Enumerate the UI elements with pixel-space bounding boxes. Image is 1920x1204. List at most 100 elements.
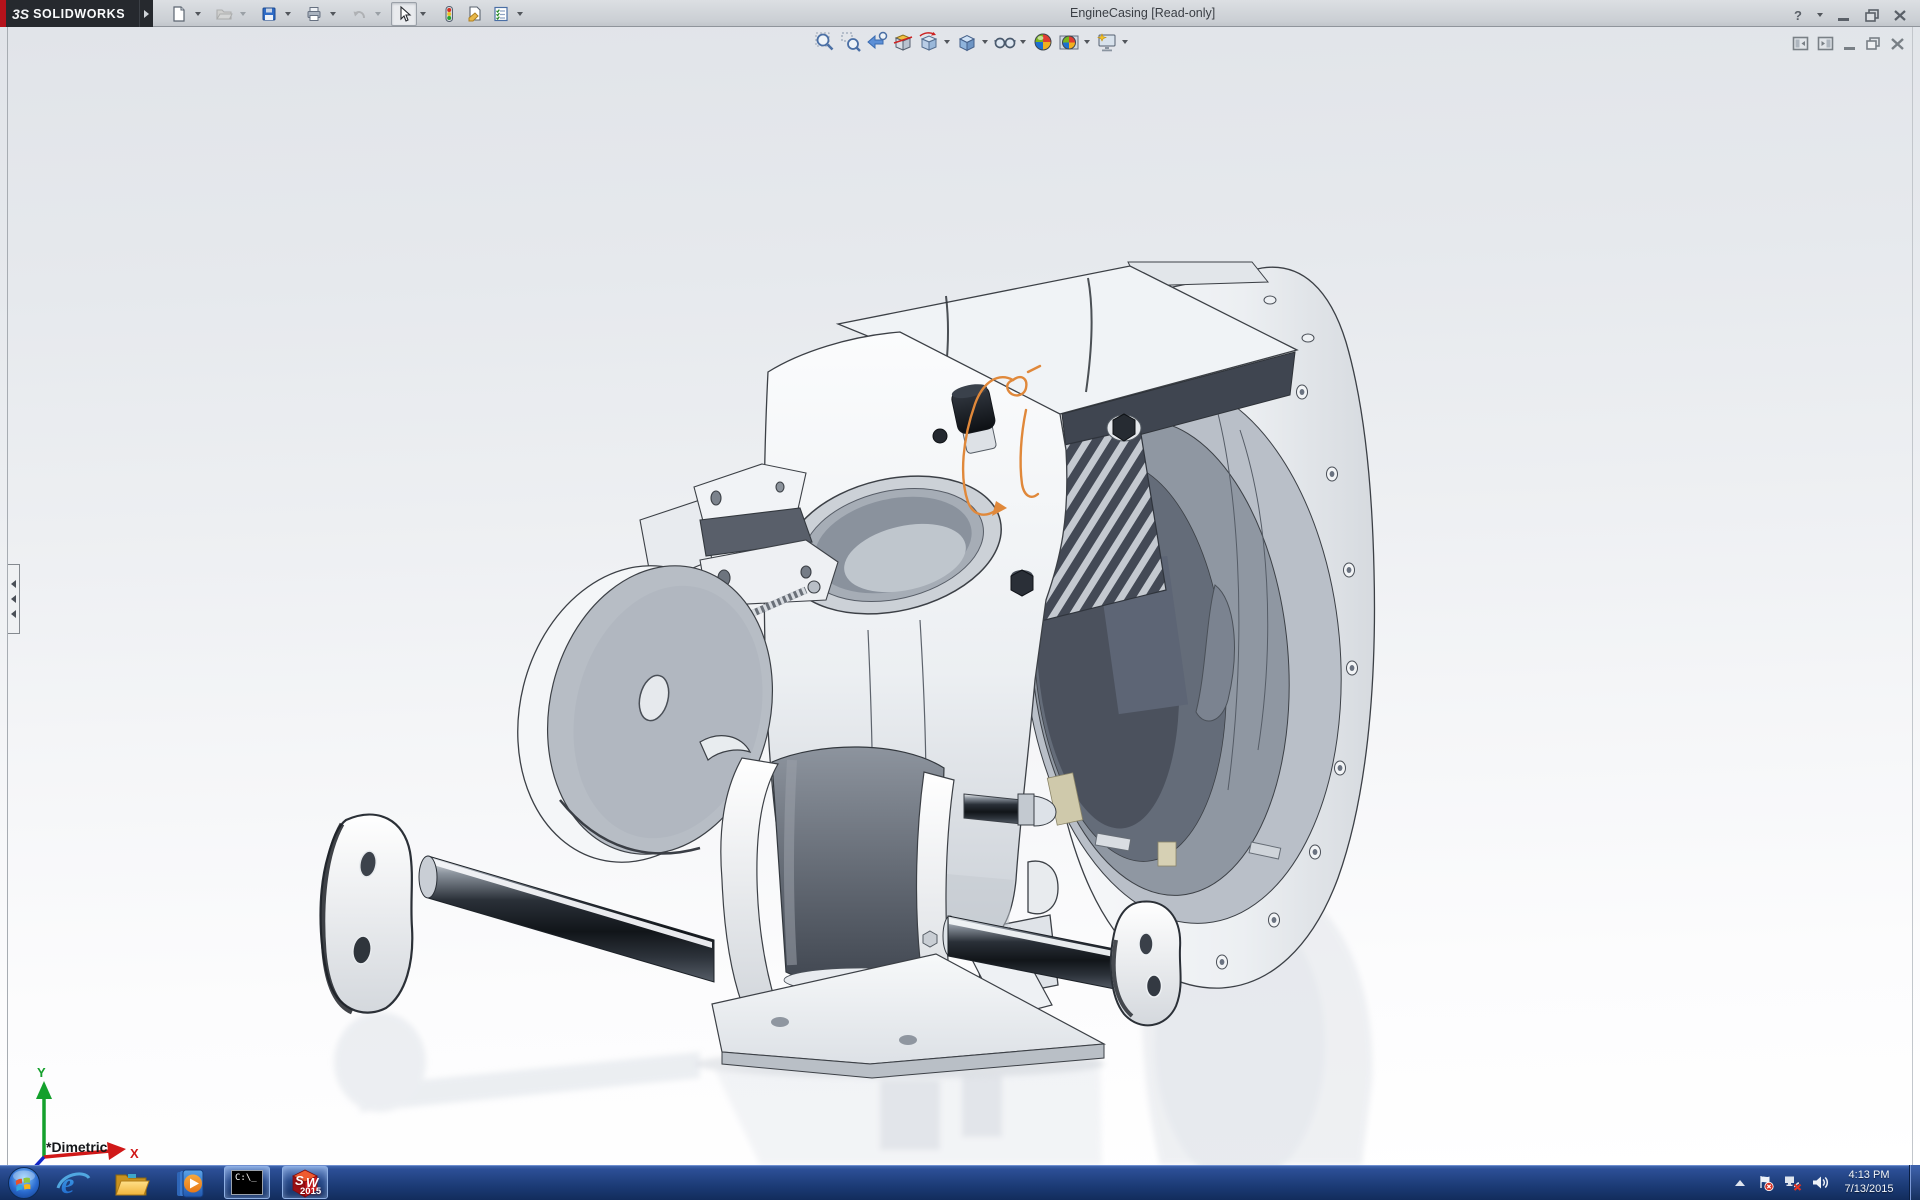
action-center-icon[interactable] [1757, 1174, 1774, 1191]
view-orientation-dropdown[interactable] [942, 29, 952, 55]
minimize-button[interactable] [1832, 5, 1856, 25]
taskbar-windows-explorer[interactable] [108, 1166, 154, 1199]
svg-text:?: ? [1794, 8, 1802, 23]
undo-button[interactable] [346, 2, 372, 26]
view-orientation-button[interactable] [916, 29, 942, 55]
doc-minimize-button[interactable] [1842, 35, 1858, 52]
file-properties-button[interactable] [462, 2, 488, 26]
standard-toolbar [166, 0, 533, 27]
close-button[interactable] [1888, 5, 1912, 25]
start-button[interactable] [4, 1165, 44, 1200]
clock-time: 4:13 PM [1834, 1168, 1904, 1182]
command-prompt-text: C:\_ [235, 1173, 257, 1183]
view-settings-button[interactable] [1094, 29, 1120, 55]
rebuild-button[interactable] [436, 2, 462, 26]
taskbar-solidworks-2015[interactable]: S W 2015 [282, 1166, 328, 1199]
new-document-button[interactable] [166, 2, 192, 26]
options-dropdown[interactable] [514, 2, 526, 26]
left-arrow-icon [11, 595, 16, 603]
undo-arrow-icon [350, 5, 368, 23]
close-icon [1892, 7, 1908, 23]
apply-scene-button[interactable] [1056, 29, 1082, 55]
undo-dropdown[interactable] [372, 2, 384, 26]
display-style-icon [955, 30, 979, 54]
volume-icon[interactable] [1811, 1174, 1830, 1191]
print-button[interactable] [301, 2, 327, 26]
ds-logo-mark: 3S [12, 6, 29, 22]
windows-start-icon [7, 1166, 41, 1200]
doc-restore-icon [1865, 35, 1882, 52]
select-tool-dropdown[interactable] [417, 2, 429, 26]
right-arrow-icon [144, 10, 149, 18]
doc-restore-button[interactable] [1865, 35, 1882, 52]
show-desktop-button[interactable] [1909, 1165, 1920, 1200]
view-orientation-name: *Dimetric [46, 1139, 107, 1155]
collapse-right-pane-button[interactable] [1817, 35, 1835, 52]
graphics-viewport[interactable]: Y X *Dimetric [0, 27, 1920, 1165]
section-view-icon [891, 30, 915, 54]
zoom-to-fit-icon [813, 30, 837, 54]
feature-pane-splitter-tab[interactable] [8, 564, 20, 634]
show-hidden-icons-button[interactable] [1732, 1177, 1748, 1189]
select-tool-button[interactable] [391, 2, 417, 26]
zoom-to-area-icon [839, 30, 863, 54]
restore-icon [1864, 7, 1880, 23]
solidworks-logo: 3S SOLIDWORKS [6, 0, 139, 27]
options-checklist-icon [492, 5, 510, 23]
network-status-icon[interactable] [1783, 1174, 1802, 1191]
view-settings-dropdown[interactable] [1120, 29, 1130, 55]
left-arrow-icon [11, 580, 16, 588]
internet-explorer-icon: e [54, 1166, 92, 1200]
open-document-dropdown[interactable] [237, 2, 249, 26]
zoom-to-fit-button[interactable] [812, 29, 838, 55]
title-bar: 3S SOLIDWORKS [0, 0, 1920, 27]
taskbar-media-player[interactable] [166, 1166, 212, 1199]
folder-icon [112, 1166, 150, 1200]
eyeglasses-icon [993, 30, 1017, 54]
windows-taskbar: e C:\_ [0, 1165, 1920, 1200]
save-button[interactable] [256, 2, 282, 26]
print-dropdown[interactable] [327, 2, 339, 26]
collapse-left-pane-button[interactable] [1792, 35, 1810, 52]
new-document-dropdown[interactable] [192, 2, 204, 26]
open-document-button[interactable] [211, 2, 237, 26]
taskbar-clock[interactable]: 4:13 PM 7/13/2015 [1834, 1168, 1904, 1196]
edit-appearance-button[interactable] [1030, 29, 1056, 55]
printer-icon [305, 5, 323, 23]
open-folder-icon [215, 5, 233, 23]
taskbar-internet-explorer[interactable]: e [50, 1166, 96, 1199]
doc-minimize-icon [1842, 35, 1858, 52]
section-view-button[interactable] [890, 29, 916, 55]
minimize-icon [1836, 7, 1852, 23]
window-title: EngineCasing [Read-only] [1070, 6, 1215, 20]
hide-show-items-dropdown[interactable] [1018, 29, 1028, 55]
collapse-left-pane-icon [1792, 35, 1810, 52]
brand-name: SOLIDWORKS [33, 7, 125, 21]
zoom-to-area-button[interactable] [838, 29, 864, 55]
doc-close-button[interactable] [1889, 35, 1906, 52]
appearance-ball-icon [1031, 30, 1055, 54]
triad-x-label: X [130, 1146, 139, 1161]
previous-view-button[interactable] [864, 29, 890, 55]
restore-button[interactable] [1860, 5, 1884, 25]
doc-close-icon [1889, 35, 1906, 52]
display-style-button[interactable] [954, 29, 980, 55]
heads-up-view-toolbar [812, 29, 1132, 55]
apply-scene-dropdown[interactable] [1082, 29, 1092, 55]
menu-expand-arrow[interactable] [139, 0, 153, 27]
options-button[interactable] [488, 2, 514, 26]
window-controls: ? [1786, 3, 1912, 27]
help-button[interactable]: ? [1786, 5, 1810, 25]
view-settings-icon [1095, 30, 1119, 54]
hide-show-items-button[interactable] [992, 29, 1018, 55]
sw-year-badge: 2015 [300, 1186, 321, 1197]
solidworks-cube-icon: S W 2015 [288, 1167, 322, 1199]
view-orientation-icon [917, 30, 941, 54]
taskbar-command-prompt[interactable]: C:\_ [224, 1166, 270, 1199]
save-dropdown[interactable] [282, 2, 294, 26]
display-style-dropdown[interactable] [980, 29, 990, 55]
save-floppy-icon [260, 5, 278, 23]
help-dropdown[interactable] [1814, 3, 1826, 27]
file-properties-icon [466, 5, 484, 23]
model-canvas[interactable] [0, 27, 1920, 1165]
